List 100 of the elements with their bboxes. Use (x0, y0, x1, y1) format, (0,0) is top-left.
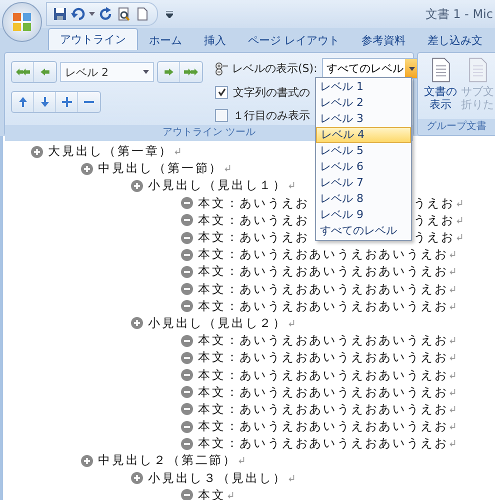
plus-icon (60, 97, 74, 107)
double-right-arrow-icon (184, 67, 198, 77)
paragraph-mark-icon (449, 268, 456, 276)
paragraph-mark-icon (288, 320, 295, 327)
expand-icon[interactable] (131, 472, 143, 484)
collapse-icon[interactable] (181, 386, 193, 398)
level-combo[interactable]: レベル 2 (60, 62, 154, 82)
body-text: 本文：あいうえお (198, 212, 310, 229)
ribbon-tab[interactable]: 挿入 (193, 30, 237, 50)
menu-item[interactable]: レベル 5 (316, 143, 411, 159)
collapse-icon[interactable] (181, 197, 193, 210)
print-preview-icon[interactable] (117, 7, 131, 21)
collapse-icon[interactable] (181, 232, 193, 244)
ribbon-tab[interactable]: ホーム (138, 30, 193, 50)
undo-icon[interactable] (71, 7, 85, 21)
body-text: 本文：あいうえお (198, 194, 310, 212)
body-text: 本文：あいうえおあいうえおあいうえお (198, 349, 448, 366)
body-text: 本文：あいうえおあいうえおあいうえお (198, 400, 448, 418)
menu-item[interactable]: レベル 9 (316, 207, 411, 223)
checkbox[interactable] (215, 108, 228, 122)
collapse-icon[interactable] (181, 334, 193, 347)
paragraph-mark-icon (449, 337, 456, 344)
heading-text: 小見出し（見出し１） (148, 177, 287, 194)
document-icon (430, 57, 450, 83)
collapse-icon[interactable] (181, 266, 193, 278)
minus-icon (84, 101, 94, 103)
customize-toolbar-icon[interactable] (166, 10, 173, 18)
menu-item[interactable]: レベル 4 (316, 127, 411, 143)
ribbon-tab[interactable]: ページ レイアウト (237, 30, 350, 50)
collapse-icon[interactable] (181, 283, 193, 296)
body-text: うえお (413, 194, 455, 212)
paragraph-mark-icon (449, 251, 456, 258)
expand-icon[interactable] (131, 317, 143, 330)
paragraph-mark-icon (224, 165, 232, 172)
heading-text: 中見出し（第一節） (98, 160, 224, 178)
menu-item[interactable]: レベル 1 (316, 79, 411, 95)
collapse-icon[interactable] (181, 403, 193, 416)
document-icon (468, 57, 488, 83)
right-arrow-icon (162, 67, 176, 77)
checkbox-label: 文字列の書式の (233, 84, 310, 100)
body-text: 本文 (198, 486, 226, 500)
ribbon-tab[interactable]: アウトライン (48, 28, 138, 50)
heading-text: 中見出し２（第二節） (98, 452, 237, 470)
collapse-icon[interactable] (181, 300, 193, 312)
group-label: グループ文書 (418, 119, 495, 135)
paragraph-mark-icon (288, 182, 295, 190)
heading-text: 小見出し３（見出し） (148, 470, 287, 487)
expand-icon[interactable] (81, 162, 93, 175)
body-text: 本文：あいうえおあいうえおあいうえお (198, 298, 448, 315)
body-text: 本文：あいうえおあいうえおあいうえお (198, 384, 448, 401)
collapse-icon[interactable] (181, 369, 193, 382)
caret-icon[interactable] (89, 12, 95, 16)
checkbox-label: １行目のみ表示 (233, 108, 310, 122)
menu-item[interactable]: すべてのレベル (316, 223, 411, 239)
menu-item[interactable]: レベル 8 (316, 191, 411, 207)
body-text: 本文：あいうえおあいうえおあいうえお (198, 332, 448, 350)
body-text: 本文：あいうえおあいうえおあいうえお (198, 263, 448, 280)
paragraph-mark-icon (449, 354, 456, 362)
new-document-icon[interactable] (135, 7, 149, 21)
menu-item[interactable]: レベル 2 (316, 95, 411, 111)
checkbox[interactable] (215, 86, 228, 98)
collapse-icon[interactable] (181, 420, 193, 433)
office-button[interactable] (2, 2, 42, 42)
paragraph-mark-icon (456, 216, 463, 224)
paragraph-mark-icon (238, 457, 245, 464)
menu-item[interactable]: レベル 7 (316, 175, 411, 191)
collapse-icon[interactable] (181, 214, 193, 226)
expand-icon[interactable] (31, 146, 43, 158)
menu-item[interactable]: レベル 3 (316, 111, 411, 127)
window-title: 文書 1 - Mic (425, 6, 493, 22)
body-text: 本文：あいうえお (198, 229, 310, 246)
ribbon-tab[interactable]: 差し込み文 (416, 30, 494, 50)
heading-text: 小見出し（見出し２） (148, 314, 287, 332)
double-left-arrow-icon (16, 67, 30, 77)
caret-icon (409, 66, 416, 70)
redo-icon[interactable] (99, 7, 113, 21)
collapse-icon[interactable] (181, 489, 193, 500)
paragraph-mark-icon (288, 474, 295, 482)
collapse-icon[interactable] (181, 352, 193, 364)
show-level-label: レベルの表示(S): (232, 61, 318, 76)
paragraph-mark-icon (456, 234, 463, 242)
collapse-icon[interactable] (181, 438, 193, 450)
paragraph-mark-icon (449, 286, 456, 293)
ribbon-tab[interactable]: 参考資料 (350, 30, 416, 50)
menu-item[interactable]: レベル 6 (316, 159, 411, 175)
body-text: 本文：あいうえおあいうえおあいうえお (198, 366, 448, 384)
ribbon-button[interactable]: 文書の 表示 (424, 57, 457, 119)
paragraph-mark-icon (449, 440, 456, 448)
collapse-icon[interactable] (181, 248, 193, 261)
body-text: 本文：あいうえおあいうえおあいうえお (198, 418, 448, 436)
expand-icon[interactable] (81, 454, 93, 467)
heading-text: 大見出し（第一章） (48, 143, 174, 160)
caret-icon (143, 70, 149, 74)
body-text: 本文：あいうえおあいうえおあいうえお (198, 435, 448, 452)
paragraph-mark-icon (456, 200, 463, 207)
paragraph-mark-icon (449, 406, 456, 413)
body-text: うえお (413, 229, 455, 246)
expand-icon[interactable] (131, 180, 143, 192)
save-icon[interactable] (53, 7, 67, 21)
paragraph-mark-icon (449, 372, 456, 379)
